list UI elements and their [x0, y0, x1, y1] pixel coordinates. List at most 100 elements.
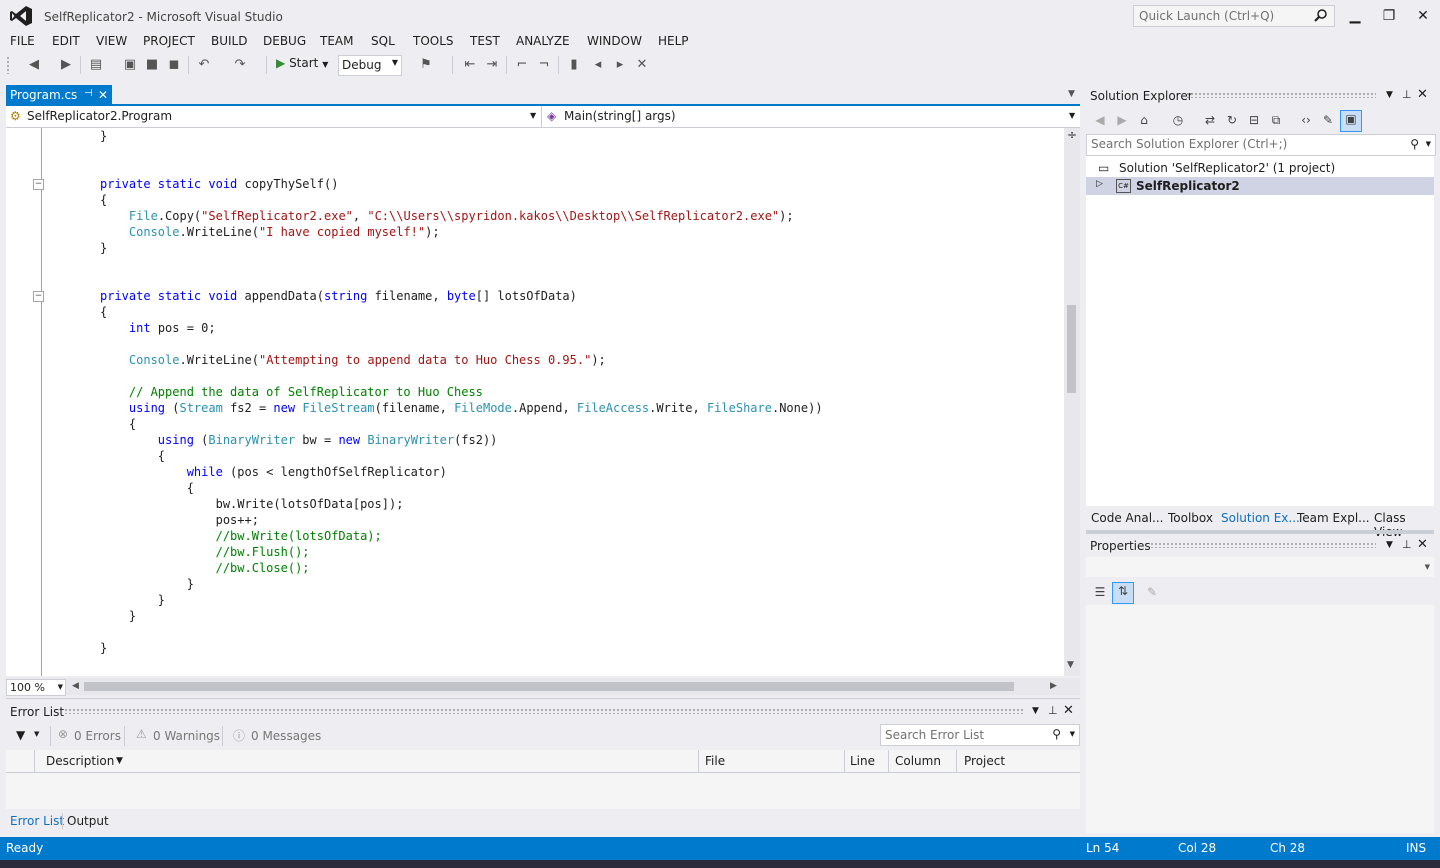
- tab-dropdown-icon[interactable]: ▼: [1068, 89, 1075, 99]
- comment-out-icon[interactable]: ⌐: [514, 57, 530, 73]
- pin-icon[interactable]: ⊣: [84, 88, 93, 99]
- navigate-back-icon[interactable]: ◀: [26, 57, 42, 73]
- sync-icon[interactable]: ⇄: [1202, 112, 1218, 128]
- next-bookmark-icon[interactable]: ▸: [612, 57, 628, 73]
- panel-grip[interactable]: [1186, 92, 1376, 98]
- warnings-filter[interactable]: 0 Warnings: [153, 729, 220, 743]
- pin-icon[interactable]: ⊥: [1402, 88, 1412, 101]
- close-tab-icon[interactable]: ✕: [98, 88, 108, 102]
- refresh-icon[interactable]: ↻: [1224, 112, 1240, 128]
- categorized-icon[interactable]: ☰: [1092, 584, 1108, 600]
- menu-tools[interactable]: TOOLS: [413, 34, 454, 48]
- panel-splitter[interactable]: [1086, 530, 1434, 534]
- filter-icon[interactable]: ▼: [16, 728, 25, 742]
- scroll-right-icon[interactable]: ▶: [1050, 681, 1057, 691]
- minimize-button[interactable]: ▁: [1342, 6, 1368, 26]
- increase-indent-icon[interactable]: ⇥: [484, 57, 500, 73]
- column-column[interactable]: Column: [895, 754, 941, 768]
- pending-changes-icon[interactable]: ◷: [1170, 112, 1186, 128]
- close-panel-icon[interactable]: ✕: [1417, 537, 1428, 552]
- messages-filter[interactable]: 0 Messages: [251, 729, 321, 743]
- open-file-icon[interactable]: ▣: [122, 57, 138, 73]
- tab-team-explorer[interactable]: Team Expl...: [1297, 511, 1370, 525]
- bookmark-icon[interactable]: ▮: [566, 57, 582, 73]
- toolbar-grip[interactable]: [6, 56, 10, 74]
- alphabetical-icon[interactable]: ⇅: [1112, 582, 1134, 604]
- menu-window[interactable]: WINDOW: [587, 34, 642, 48]
- pin-icon[interactable]: ⊥: [1048, 704, 1058, 717]
- panel-grip[interactable]: [1150, 542, 1376, 548]
- forward-icon[interactable]: ▶: [1114, 112, 1130, 128]
- tab-toolbox[interactable]: Toolbox: [1168, 511, 1213, 525]
- property-pages-icon[interactable]: ✎: [1144, 584, 1160, 600]
- tab-output[interactable]: Output: [67, 814, 109, 828]
- panel-dropdown-icon[interactable]: ▼: [1386, 540, 1393, 550]
- tab-solution-explorer[interactable]: Solution Ex...: [1221, 511, 1300, 525]
- tab-program-cs[interactable]: Program.cs ⊣ ✕: [6, 85, 112, 105]
- redo-icon[interactable]: ↷: [232, 57, 248, 73]
- decrease-indent-icon[interactable]: ⇤: [462, 57, 478, 73]
- view-code-icon[interactable]: ‹›: [1298, 112, 1314, 128]
- navigate-forward-icon[interactable]: ▶: [58, 57, 74, 73]
- pin-icon[interactable]: ⊥: [1402, 538, 1412, 551]
- previous-bookmark-icon[interactable]: ◂: [590, 57, 606, 73]
- sort-icon[interactable]: ▼: [116, 756, 123, 766]
- uncomment-icon[interactable]: ¬: [536, 57, 552, 73]
- tree-item-solution[interactable]: ▭ Solution 'SelfReplicator2' (1 project): [1086, 159, 1434, 177]
- save-all-icon[interactable]: ◼: [166, 57, 182, 73]
- preview-selected-items-icon[interactable]: ▣: [1340, 110, 1362, 132]
- close-window-button[interactable]: ✕: [1410, 6, 1436, 26]
- menu-project[interactable]: PROJECT: [143, 34, 195, 48]
- menu-view[interactable]: VIEW: [96, 34, 127, 48]
- menu-team[interactable]: TEAM: [320, 34, 353, 48]
- menu-test[interactable]: TEST: [470, 34, 500, 48]
- menu-sql[interactable]: SQL: [371, 34, 395, 48]
- errors-filter[interactable]: 0 Errors: [74, 729, 121, 743]
- close-panel-icon[interactable]: ✕: [1063, 703, 1074, 718]
- save-icon[interactable]: ■: [144, 57, 160, 73]
- home-icon[interactable]: ⌂: [1136, 112, 1152, 128]
- quick-launch-input[interactable]: Quick Launch (Ctrl+Q): [1133, 5, 1335, 27]
- menu-build[interactable]: BUILD: [211, 34, 247, 48]
- column-file[interactable]: File: [705, 754, 725, 768]
- close-panel-icon[interactable]: ✕: [1417, 87, 1428, 102]
- collapse-icon[interactable]: −: [33, 179, 44, 190]
- chevron-down-icon[interactable]: ▼: [34, 730, 39, 738]
- zoom-select[interactable]: 100 % ▼: [6, 679, 66, 696]
- member-dropdown[interactable]: ◈ Main(string[] args) ▼: [543, 106, 1077, 127]
- scroll-left-icon[interactable]: ◀: [72, 681, 79, 691]
- start-debugging-button[interactable]: ▶ Start ▼: [276, 56, 328, 74]
- scroll-down-icon[interactable]: ▼: [1067, 660, 1074, 670]
- solution-explorer-search-input[interactable]: Search Solution Explorer (Ctrl+;) ⚲ ▼: [1086, 134, 1436, 156]
- restore-button[interactable]: ❐: [1376, 6, 1402, 26]
- split-icon[interactable]: ÷: [1067, 128, 1077, 142]
- new-project-icon[interactable]: ▤: [88, 57, 104, 73]
- error-list-search-input[interactable]: Search Error List ⚲ ▼: [880, 724, 1080, 746]
- panel-dropdown-icon[interactable]: ▼: [1032, 706, 1039, 716]
- collapse-icon[interactable]: −: [33, 291, 44, 302]
- tree-item-project[interactable]: ▷ C# SelfReplicator2: [1086, 177, 1434, 195]
- menu-file[interactable]: FILE: [10, 34, 35, 48]
- clear-bookmarks-icon[interactable]: ✕: [634, 57, 650, 73]
- tab-class-view[interactable]: Class View: [1374, 511, 1434, 539]
- vertical-scroll-thumb[interactable]: [1067, 305, 1076, 393]
- type-dropdown[interactable]: ⚙ SelfReplicator2.Program ▼: [6, 106, 542, 127]
- tab-error-list[interactable]: Error List: [10, 814, 64, 828]
- menu-analyze[interactable]: ANALYZE: [516, 34, 570, 48]
- expand-icon[interactable]: ▷: [1096, 179, 1103, 189]
- menu-help[interactable]: HELP: [658, 34, 689, 48]
- column-description[interactable]: Description: [46, 754, 114, 768]
- panel-grip[interactable]: [64, 708, 1024, 714]
- find-in-files-icon[interactable]: ⚑: [418, 57, 434, 73]
- column-project[interactable]: Project: [964, 754, 1005, 768]
- code-editor[interactable]: − − } private static void copyThySelf(){ …: [6, 128, 1064, 676]
- horizontal-scroll-thumb[interactable]: [84, 682, 1014, 691]
- column-line[interactable]: Line: [850, 754, 875, 768]
- menu-edit[interactable]: EDIT: [52, 34, 80, 48]
- undo-icon[interactable]: ↶: [196, 57, 212, 73]
- show-all-files-icon[interactable]: ⧉: [1268, 112, 1284, 128]
- panel-dropdown-icon[interactable]: ▼: [1386, 90, 1393, 100]
- back-icon[interactable]: ◀: [1092, 112, 1108, 128]
- properties-wrench-icon[interactable]: ✎: [1320, 112, 1336, 128]
- properties-object-select[interactable]: ▼: [1086, 557, 1434, 577]
